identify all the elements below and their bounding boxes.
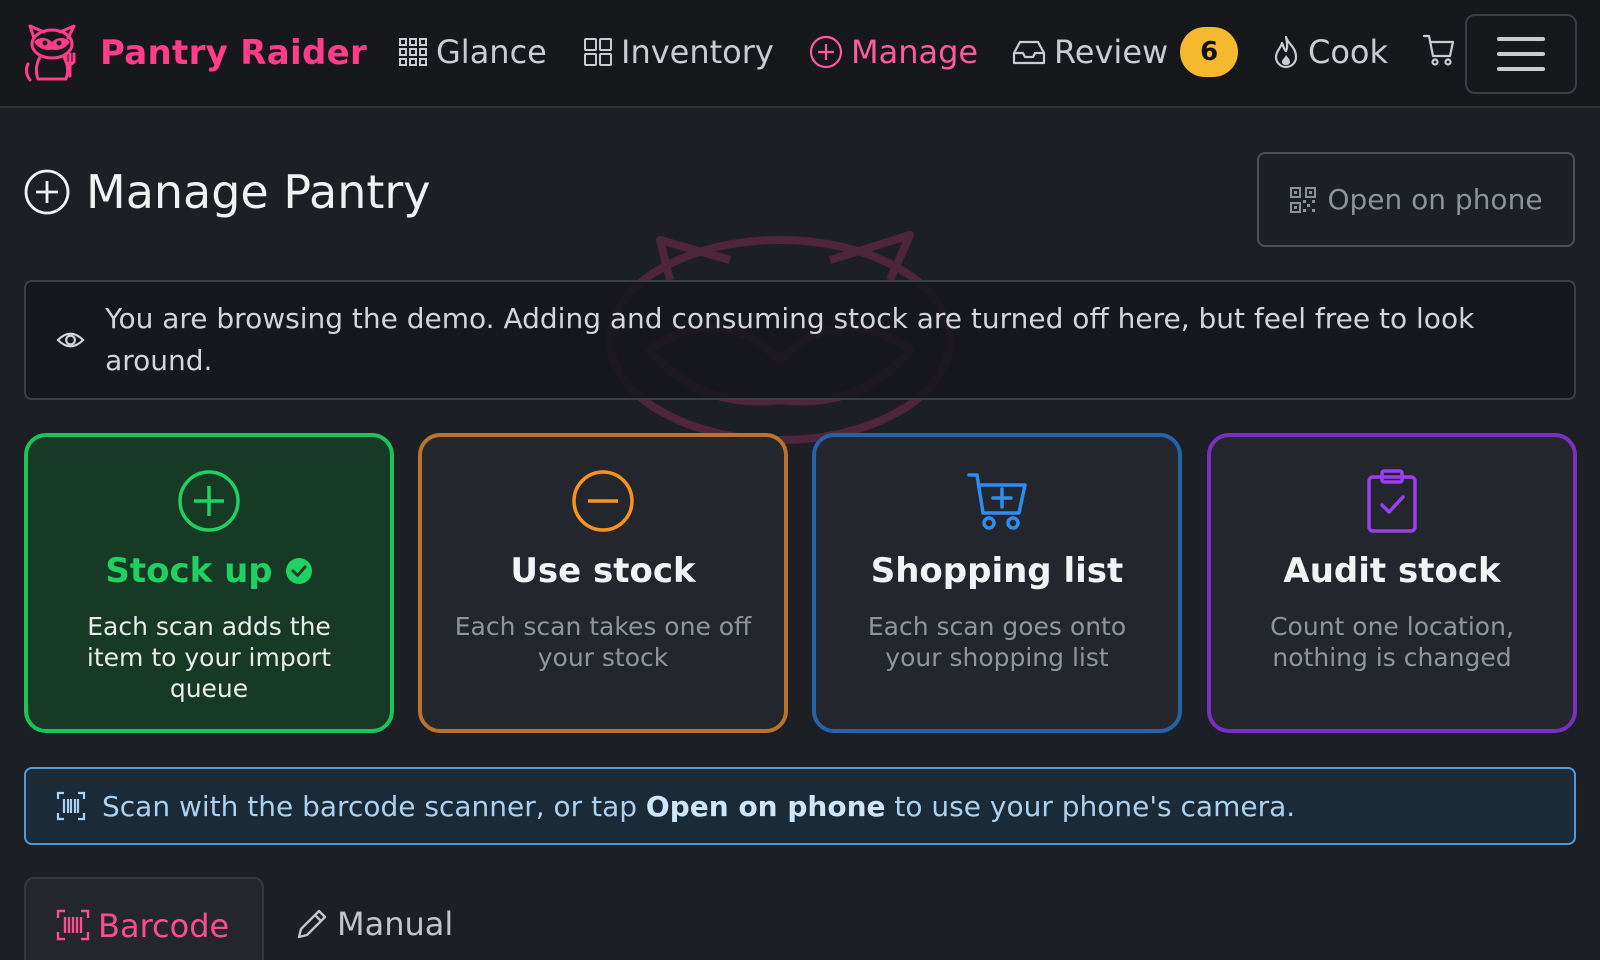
mode-card-use-stock[interactable]: Use stock Each scan takes one off your s… — [418, 433, 788, 733]
nav-glance-label: Glance — [436, 33, 547, 71]
nav-review-label: Review — [1054, 33, 1169, 71]
qr-code-icon — [1290, 186, 1317, 213]
mode-description: Count one location, nothing is changed — [1270, 612, 1514, 672]
mode-card-audit-stock[interactable]: Audit stock Count one location, nothing … — [1207, 433, 1577, 733]
mode-title: Shopping list — [870, 551, 1124, 591]
nav-review[interactable]: Review 6 — [1012, 27, 1239, 77]
mode-description: Each scan adds the item to your import q… — [86, 612, 332, 703]
mode-description: Each scan takes one off your stock — [454, 612, 752, 672]
cart-button[interactable] — [1422, 32, 1456, 72]
mode-description: Each scan goes onto your shopping list — [867, 612, 1127, 672]
demo-alert-text: You are browsing the demo. Adding and co… — [105, 302, 1475, 377]
mode-title: Use stock — [510, 551, 696, 591]
barcode-icon — [56, 909, 90, 941]
raccoon-logo-icon — [24, 24, 76, 82]
tab-barcode-label: Barcode — [98, 907, 230, 945]
scan-info-alert: Scan with the barcode scanner, or tap Op… — [24, 767, 1576, 845]
minus-circle-icon — [572, 470, 634, 532]
open-on-phone-button[interactable]: Open on phone — [1257, 152, 1575, 247]
inbox-icon — [1012, 40, 1046, 65]
review-count-badge: 6 — [1180, 27, 1239, 77]
squares-icon — [584, 38, 612, 66]
cart-plus-icon — [967, 473, 1027, 530]
grid-icon — [399, 38, 427, 66]
barcode-scan-icon — [56, 791, 86, 821]
clipboard-check-icon — [1367, 469, 1417, 533]
tab-manual[interactable]: Manual — [295, 905, 453, 943]
brand-name: Pantry Raider — [100, 33, 368, 73]
mode-title: Audit stock — [1283, 551, 1501, 591]
mode-card-shopping-list[interactable]: Shopping list Each scan goes onto your s… — [812, 433, 1182, 733]
plus-circle-icon — [24, 169, 70, 215]
nav-manage-label: Manage — [851, 33, 979, 71]
hamburger-icon — [1497, 37, 1545, 41]
open-on-phone-mention: Open on phone — [645, 789, 886, 823]
nav-cook-label: Cook — [1308, 33, 1389, 71]
page-title: Manage Pantry — [24, 165, 431, 219]
brand[interactable]: Pantry Raider — [22, 24, 367, 82]
open-on-phone-label: Open on phone — [1327, 183, 1543, 216]
nav-glance[interactable]: Glance — [398, 28, 547, 76]
hamburger-menu-button[interactable] — [1465, 14, 1577, 94]
fire-icon — [1274, 35, 1298, 69]
mode-card-stock-up[interactable]: Stock up Each scan adds the item to your… — [24, 433, 394, 733]
pencil-icon — [297, 909, 327, 939]
scan-info-text: Scan with the barcode scanner, or tap Op… — [102, 789, 1296, 823]
nav-cook[interactable]: Cook — [1272, 28, 1388, 76]
eye-icon — [56, 332, 85, 348]
cart-icon — [1422, 34, 1455, 66]
page-title-text: Manage Pantry — [86, 165, 431, 219]
tab-manual-label: Manual — [337, 905, 454, 943]
demo-alert: You are browsing the demo. Adding and co… — [24, 280, 1576, 400]
nav-inventory-label: Inventory — [621, 33, 774, 71]
nav-manage[interactable]: Manage — [809, 28, 978, 76]
check-circle-icon — [285, 558, 312, 584]
tab-barcode[interactable]: Barcode — [24, 877, 264, 960]
plus-circle-icon — [809, 35, 843, 69]
navbar: Pantry Raider Glance Inventory Manage Re… — [0, 0, 1600, 108]
mode-title: Stock up — [105, 551, 312, 591]
plus-circle-icon — [178, 470, 240, 532]
nav-inventory[interactable]: Inventory — [583, 28, 774, 76]
